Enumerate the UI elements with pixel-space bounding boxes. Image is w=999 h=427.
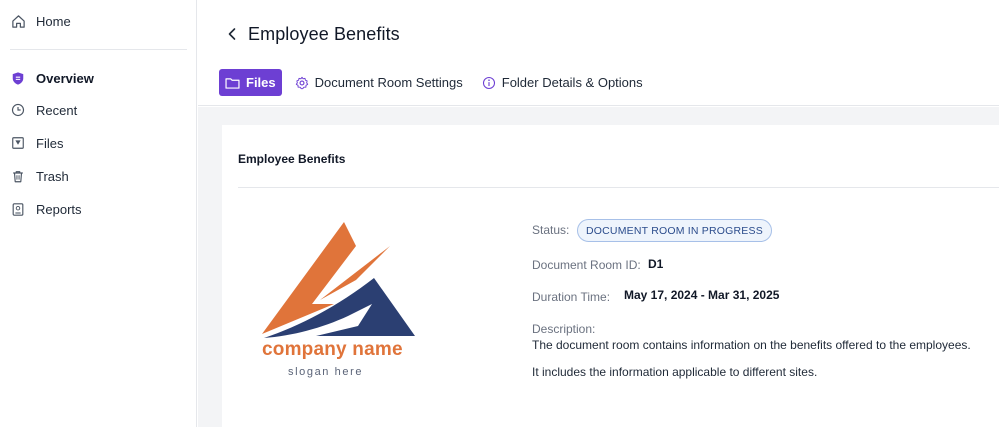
clock-icon (10, 102, 26, 118)
card-title: Employee Benefits (238, 152, 346, 166)
sidebar-item-label: Home (36, 13, 71, 29)
duration-label: Duration Time: (532, 290, 611, 304)
sidebar-item-overview[interactable]: Overview (10, 67, 94, 89)
room-id-value: D1 (648, 257, 664, 271)
trash-icon (10, 168, 26, 184)
sidebar-item-label: Files (36, 135, 64, 151)
description-line-2: It includes the information applicable t… (532, 365, 818, 379)
tab-label: Files (246, 75, 276, 90)
sidebar-item-label: Trash (36, 168, 69, 184)
file-icon (10, 135, 26, 151)
gear-icon (295, 76, 309, 90)
folder-icon (225, 77, 240, 89)
info-icon (482, 76, 496, 90)
tab-folder-details[interactable]: Folder Details & Options (482, 69, 643, 96)
document-room-card: Employee Benefits company name slogan he… (222, 125, 999, 427)
page-header: Employee Benefits Files Document Room Se… (198, 0, 999, 106)
chevron-left-icon (227, 27, 237, 46)
app-window: Home Overview Recent Files Trash Reports… (0, 0, 999, 427)
sidebar-divider (10, 49, 187, 50)
tab-bar: Files Document Room Settings Folder Deta… (219, 69, 643, 96)
shield-icon (10, 70, 26, 86)
card-divider (238, 187, 999, 188)
back-button[interactable] (224, 26, 240, 46)
tab-label: Document Room Settings (314, 75, 463, 90)
sidebar-item-recent[interactable]: Recent (10, 99, 77, 121)
sidebar-item-trash[interactable]: Trash (10, 165, 69, 187)
status-label: Status: (532, 223, 570, 237)
duration-value: May 17, 2024 - Mar 31, 2025 (624, 288, 780, 302)
report-icon (10, 201, 26, 217)
sidebar-item-files[interactable]: Files (10, 132, 63, 154)
logo-slogan: slogan here (288, 366, 364, 378)
room-id-label: Document Room ID: (532, 258, 641, 272)
sidebar-item-reports[interactable]: Reports (10, 198, 82, 220)
logo-company-name: company name (262, 339, 403, 360)
sidebar-item-label: Recent (36, 102, 78, 118)
sidebar-item-label: Overview (36, 70, 94, 86)
page-title: Employee Benefits (248, 24, 400, 44)
status-badge: DOCUMENT ROOM IN PROGRESS (577, 219, 772, 242)
tab-document-room-settings[interactable]: Document Room Settings (295, 69, 463, 96)
sidebar: Home Overview Recent Files Trash Reports (0, 0, 197, 427)
tab-label: Folder Details & Options (501, 75, 643, 90)
sidebar-item-label: Reports (36, 201, 82, 217)
sidebar-item-home[interactable]: Home (10, 10, 71, 32)
description-label: Description: (532, 322, 596, 336)
tab-files[interactable]: Files (219, 69, 282, 96)
content-area: Employee Benefits company name slogan he… (198, 107, 999, 427)
description-line-1: The document room contains information o… (532, 338, 971, 352)
home-icon (10, 13, 26, 29)
